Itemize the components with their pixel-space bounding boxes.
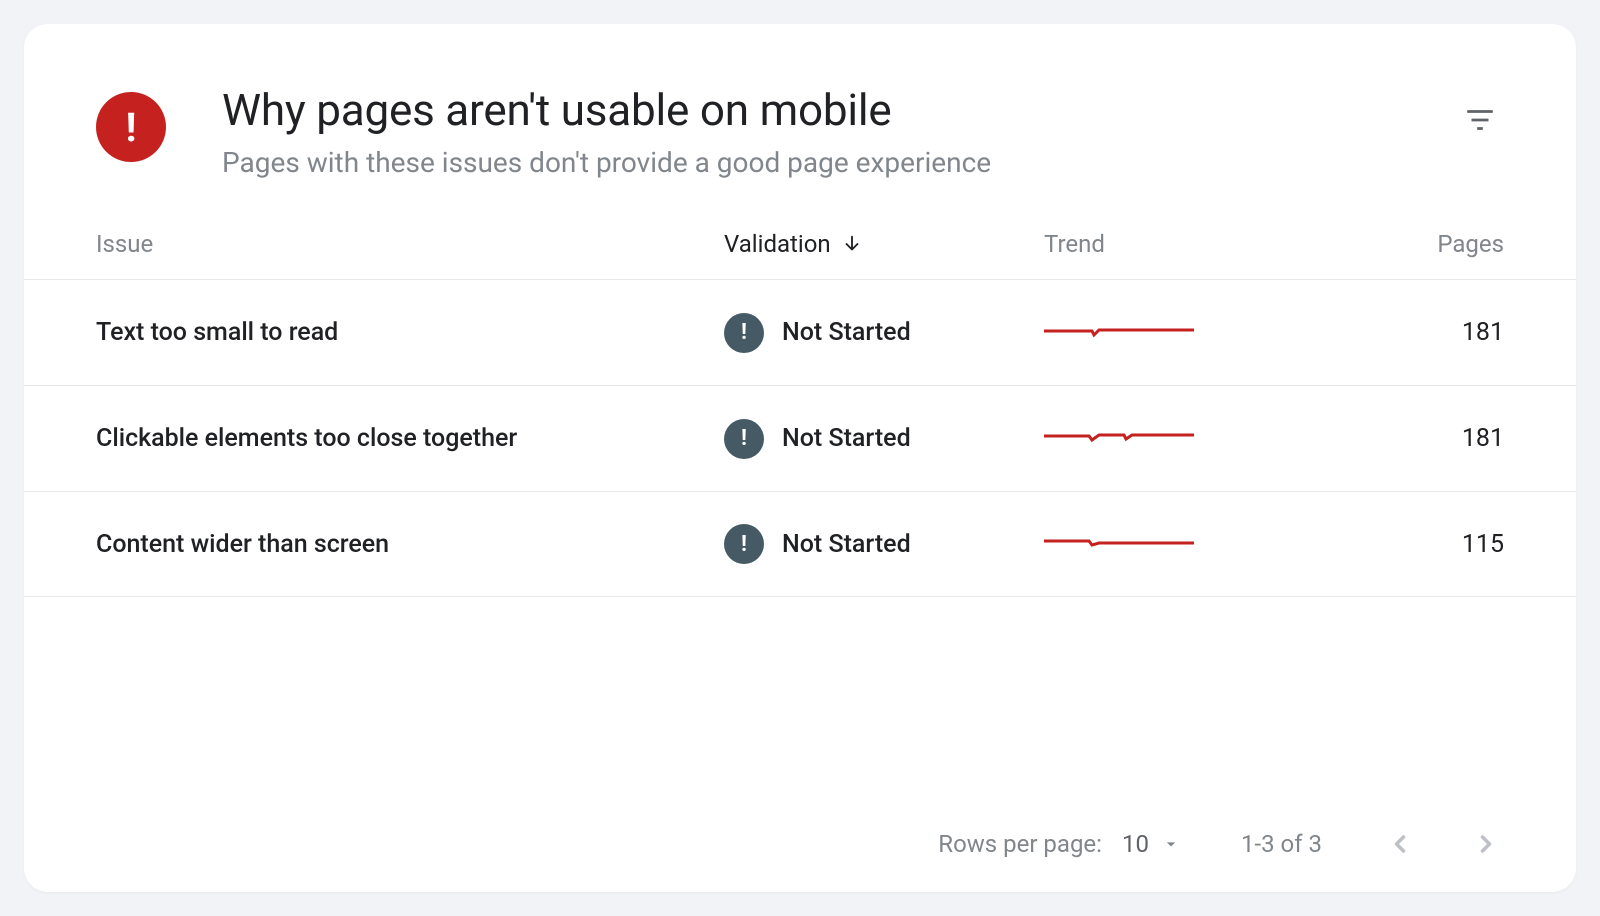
status-not-started-icon: ! bbox=[724, 419, 764, 459]
page-range: 1-3 of 3 bbox=[1241, 830, 1322, 858]
issue-name: Content wider than screen bbox=[96, 530, 724, 559]
trend-cell bbox=[1044, 529, 1324, 559]
table-row[interactable]: Clickable elements too close together ! … bbox=[24, 385, 1576, 491]
next-page-button[interactable] bbox=[1468, 826, 1504, 862]
validation-label: Not Started bbox=[782, 318, 911, 347]
issue-name: Text too small to read bbox=[96, 318, 724, 347]
issues-card: ! Why pages aren't usable on mobile Page… bbox=[24, 24, 1576, 892]
pages-count: 181 bbox=[1324, 424, 1504, 453]
validation-cell: ! Not Started bbox=[724, 313, 1044, 353]
col-trend[interactable]: Trend bbox=[1044, 230, 1324, 258]
pages-count: 181 bbox=[1324, 318, 1504, 347]
col-issue[interactable]: Issue bbox=[96, 230, 724, 258]
trend-sparkline-icon bbox=[1044, 424, 1194, 454]
trend-cell bbox=[1044, 424, 1324, 454]
chevron-left-icon bbox=[1386, 830, 1414, 858]
validation-label: Not Started bbox=[782, 530, 911, 559]
trend-sparkline-icon bbox=[1044, 318, 1194, 348]
filter-button[interactable] bbox=[1456, 96, 1504, 144]
trend-sparkline-icon bbox=[1044, 529, 1194, 559]
col-validation[interactable]: Validation bbox=[724, 230, 1044, 258]
card-subtitle: Pages with these issues don't provide a … bbox=[222, 146, 1456, 179]
trend-cell bbox=[1044, 318, 1324, 348]
dropdown-icon bbox=[1161, 834, 1181, 854]
status-not-started-icon: ! bbox=[724, 313, 764, 353]
col-pages[interactable]: Pages bbox=[1324, 230, 1504, 258]
validation-label: Not Started bbox=[782, 424, 911, 453]
rows-per-page-value: 10 bbox=[1122, 830, 1149, 858]
status-not-started-icon: ! bbox=[724, 524, 764, 564]
table-row[interactable]: Text too small to read ! Not Started 181 bbox=[24, 279, 1576, 385]
table-row[interactable]: Content wider than screen ! Not Started … bbox=[24, 491, 1576, 597]
sort-desc-icon bbox=[841, 233, 863, 255]
table-footer: Rows per page: 10 1-3 of 3 bbox=[24, 798, 1576, 862]
filter-icon bbox=[1463, 103, 1497, 137]
issues-table: Issue Validation Trend Pages Text too sm… bbox=[24, 209, 1576, 798]
card-header: ! Why pages aren't usable on mobile Page… bbox=[24, 84, 1576, 209]
pages-count: 115 bbox=[1324, 530, 1504, 559]
chevron-right-icon bbox=[1472, 830, 1500, 858]
validation-cell: ! Not Started bbox=[724, 524, 1044, 564]
issue-name: Clickable elements too close together bbox=[96, 424, 724, 453]
card-title: Why pages aren't usable on mobile bbox=[222, 84, 1456, 136]
validation-cell: ! Not Started bbox=[724, 419, 1044, 459]
col-validation-label: Validation bbox=[724, 230, 831, 258]
alert-icon: ! bbox=[96, 92, 166, 162]
prev-page-button[interactable] bbox=[1382, 826, 1418, 862]
rows-per-page-select[interactable]: 10 bbox=[1122, 830, 1181, 858]
rows-per-page-label: Rows per page: bbox=[938, 830, 1102, 858]
